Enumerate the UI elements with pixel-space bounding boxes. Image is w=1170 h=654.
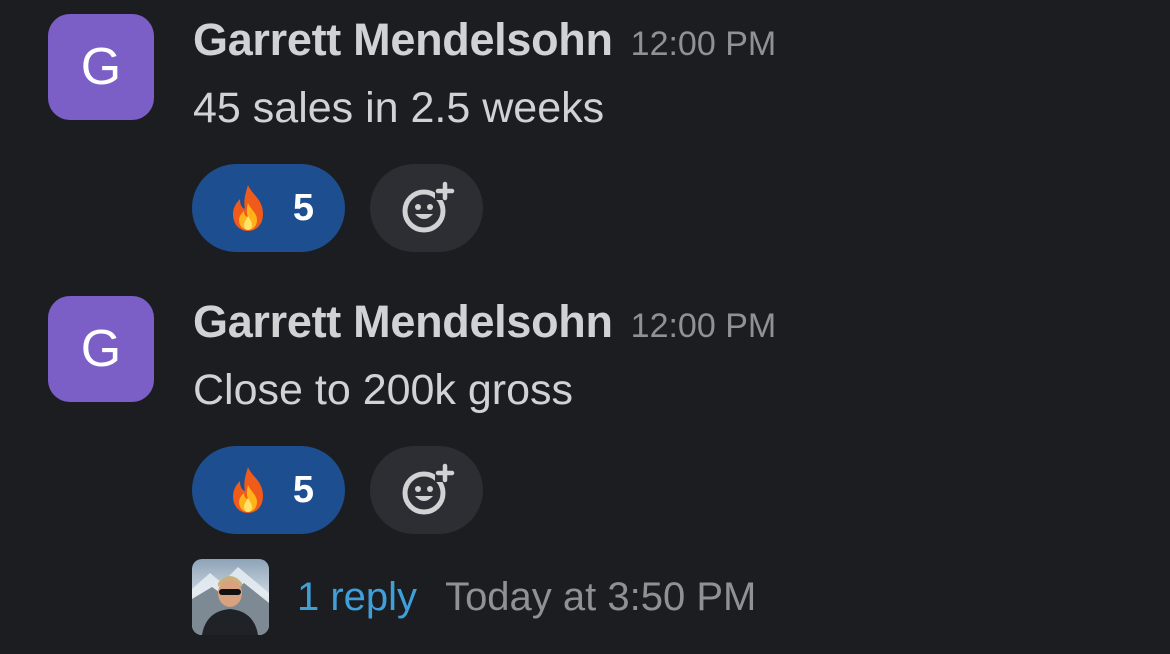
message-timestamp[interactable]: 12:00 PM [631,25,777,64]
thread-summary[interactable]: 1 reply Today at 3:50 PM [192,559,756,635]
reaction-button[interactable]: 5 [192,164,345,252]
author-name[interactable]: Garrett Mendelsohn [193,14,613,66]
reaction-button[interactable]: 5 [192,446,345,534]
message-timestamp[interactable]: 12:00 PM [631,307,777,346]
avatar[interactable]: G [48,14,154,120]
add-reaction-button[interactable] [370,164,483,252]
reaction-count: 5 [292,186,315,229]
person-photo [192,567,269,635]
reply-count-link[interactable]: 1 reply [297,575,417,620]
add-reaction-icon [402,181,455,233]
add-reaction-button[interactable] [370,446,483,534]
replier-avatar[interactable] [192,559,269,635]
message-header: Garrett Mendelsohn 12:00 PM [193,14,776,66]
last-reply-time: Today at 3:50 PM [445,574,757,619]
reaction-count: 5 [292,468,315,511]
message-text: 45 sales in 2.5 weeks [193,84,605,132]
avatar[interactable]: G [48,296,154,402]
message-header: Garrett Mendelsohn 12:00 PM [193,296,776,348]
add-reaction-icon [402,463,455,515]
author-name[interactable]: Garrett Mendelsohn [193,296,613,348]
fire-icon [232,185,263,231]
fire-icon [232,467,263,513]
message-text: Close to 200k gross [193,366,574,414]
